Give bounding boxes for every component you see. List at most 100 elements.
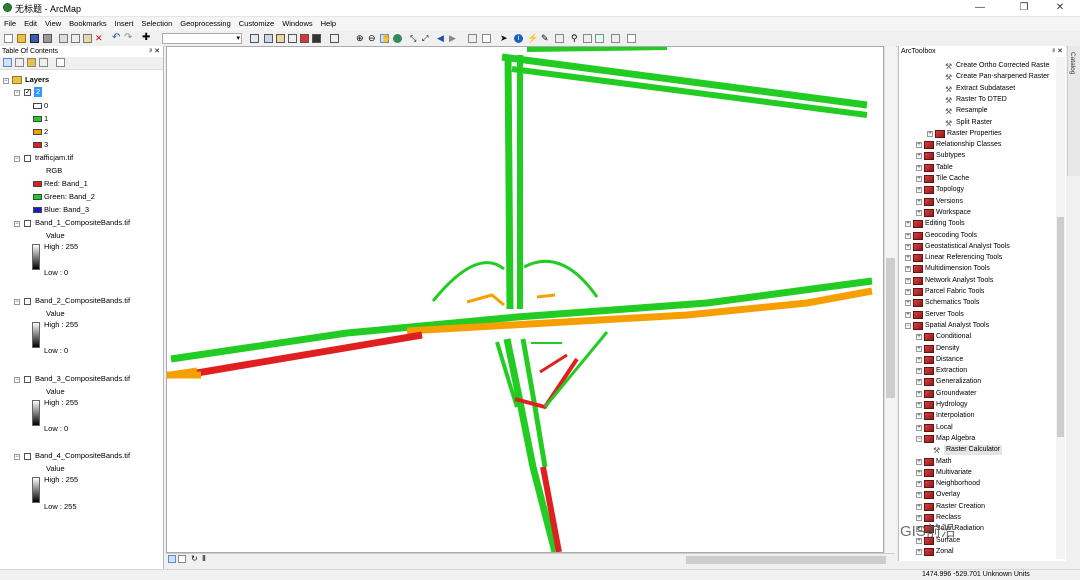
toolbox-item[interactable]: Raster Creation xyxy=(936,502,985,512)
layer-2-collapse-icon[interactable]: − xyxy=(14,90,20,96)
menu-help[interactable]: Help xyxy=(317,17,340,31)
toolbox-item[interactable]: Multivariate xyxy=(936,468,972,478)
list-by-source-icon[interactable] xyxy=(15,58,24,67)
toolbox-expand-icon[interactable]: + xyxy=(916,187,922,194)
clear-selection-icon[interactable] xyxy=(482,34,491,43)
map-scale-combo[interactable]: ▾ xyxy=(162,33,242,44)
menu-edit[interactable]: Edit xyxy=(20,17,41,31)
go-to-xy-icon[interactable] xyxy=(595,34,604,43)
open-folder-icon[interactable] xyxy=(17,34,26,43)
toolbox-expand-icon[interactable]: + xyxy=(927,130,933,137)
toc-options-icon[interactable] xyxy=(56,58,65,67)
band-4-checkbox[interactable] xyxy=(24,453,31,460)
toolbox-expand-icon[interactable]: + xyxy=(916,469,922,476)
toolbox-item[interactable]: Groundwater xyxy=(936,389,976,399)
search-window-icon[interactable] xyxy=(288,34,297,43)
toolbox-item[interactable]: Editing Tools xyxy=(925,219,965,229)
close-button[interactable]: ✕ xyxy=(1040,0,1080,16)
toolbox-expand-icon[interactable]: + xyxy=(916,413,922,420)
toolbox-expand-icon[interactable]: + xyxy=(905,300,911,307)
minimize-button[interactable]: — xyxy=(960,0,1000,16)
toolbox-item[interactable]: Subtypes xyxy=(936,151,965,161)
select-elements-icon[interactable]: ➤ xyxy=(500,34,509,43)
undo-icon[interactable]: ↶ xyxy=(112,33,121,43)
toolbox-item[interactable]: Multidimension Tools xyxy=(925,264,990,274)
fixed-zoom-in-icon[interactable]: ⤡ xyxy=(410,34,419,43)
menu-customize[interactable]: Customize xyxy=(235,17,278,31)
map-view[interactable] xyxy=(166,46,884,553)
python-window-icon[interactable] xyxy=(312,34,321,43)
toolbox-item[interactable]: Zonal xyxy=(936,547,954,557)
toolbox-item[interactable]: Neighborhood xyxy=(936,479,980,489)
toolbox-item[interactable]: Schematics Tools xyxy=(925,298,979,308)
add-data-icon[interactable]: ✚ xyxy=(142,33,151,43)
list-by-selection-icon[interactable] xyxy=(39,58,48,67)
toolbox-expand-icon[interactable]: + xyxy=(916,345,922,352)
band-4-collapse-icon[interactable]: − xyxy=(14,454,20,460)
tool-item[interactable]: Extract Subdataset xyxy=(956,84,1015,94)
toolbox-expand-icon[interactable]: + xyxy=(916,379,922,386)
toolbox-expand-icon[interactable]: + xyxy=(905,277,911,284)
toolbox-expand-icon[interactable]: + xyxy=(916,390,922,397)
menu-geoprocessing[interactable]: Geoprocessing xyxy=(176,17,234,31)
layout-view-icon[interactable] xyxy=(178,555,186,563)
fixed-zoom-out-icon[interactable]: ⤢ xyxy=(422,34,431,43)
arctoolbox-window-icon[interactable] xyxy=(300,34,309,43)
new-document-icon[interactable] xyxy=(4,34,13,43)
layer-2-name[interactable]: 2 xyxy=(34,87,43,97)
find-icon[interactable]: ⚲ xyxy=(571,34,580,43)
band-3-collapse-icon[interactable]: − xyxy=(14,377,20,383)
copy-icon[interactable] xyxy=(71,34,80,43)
toolbox-item[interactable]: Overlay xyxy=(936,490,960,500)
create-viewer-icon[interactable] xyxy=(627,34,636,43)
tool-item[interactable]: Raster To DTED xyxy=(956,95,1007,105)
toolbox-item[interactable]: Network Analyst Tools xyxy=(925,276,993,286)
list-by-drawing-order-icon[interactable] xyxy=(3,58,12,67)
toolbox-item[interactable]: Workspace xyxy=(936,208,971,218)
modelbuilder-icon[interactable] xyxy=(330,34,339,43)
toolbox-expand-icon[interactable]: + xyxy=(916,368,922,375)
identify-icon[interactable]: i xyxy=(514,34,523,43)
layer-2-checkbox[interactable]: ✓ xyxy=(24,89,31,96)
menu-insert[interactable]: Insert xyxy=(111,17,138,31)
toolbox-expand-icon[interactable]: + xyxy=(916,424,922,431)
toolbox-expand-icon[interactable]: + xyxy=(916,548,922,555)
toolbox-expand-icon[interactable]: − xyxy=(905,322,911,329)
map-vertical-scrollbar[interactable] xyxy=(884,46,896,553)
toolbox-item[interactable]: Conditional xyxy=(936,332,971,342)
toc-window-icon[interactable] xyxy=(264,34,273,43)
hyperlink-icon[interactable]: ⚡ xyxy=(527,34,538,43)
toolbox-expand-icon[interactable]: + xyxy=(916,153,922,160)
data-view-icon[interactable] xyxy=(168,555,176,563)
tool-item[interactable]: Resample xyxy=(956,106,988,116)
redo-icon[interactable]: ↷ xyxy=(124,33,133,43)
paste-icon[interactable] xyxy=(83,34,92,43)
toolbox-expand-icon[interactable]: + xyxy=(916,334,922,341)
toolbox-item[interactable]: Parcel Fabric Tools xyxy=(925,287,984,297)
toolbox-expand-icon[interactable]: + xyxy=(916,198,922,205)
band-1-collapse-icon[interactable]: − xyxy=(14,221,20,227)
toolbox-expand-icon[interactable]: + xyxy=(905,289,911,295)
toolbox-expand-icon[interactable]: + xyxy=(916,176,922,182)
toolbox-item[interactable]: Spatial Analyst Tools xyxy=(925,321,989,331)
band-2-name[interactable]: Band_2_CompositeBands.tif xyxy=(35,296,130,306)
menu-view[interactable]: View xyxy=(41,17,65,31)
toolbox-expand-icon[interactable]: + xyxy=(916,209,922,216)
band-3-checkbox[interactable] xyxy=(24,376,31,383)
zoom-in-icon[interactable]: ⊕ xyxy=(356,34,365,43)
band-1-checkbox[interactable] xyxy=(24,220,31,227)
toolbox-item[interactable]: Generalization xyxy=(936,377,981,387)
toolbox-item[interactable]: Interpolation xyxy=(936,411,975,421)
back-extent-icon[interactable]: ◀ xyxy=(437,34,446,43)
tool-item[interactable]: Split Raster xyxy=(956,118,992,128)
band-3-name[interactable]: Band_3_CompositeBands.tif xyxy=(35,374,130,384)
toolbox-item[interactable]: Tile Cache xyxy=(936,174,969,184)
band-4-name[interactable]: Band_4_CompositeBands.tif xyxy=(35,451,130,461)
editor-toolbar-icon[interactable] xyxy=(250,34,259,43)
maximize-button[interactable]: ❐ xyxy=(1004,0,1044,16)
map-hscroll-thumb[interactable] xyxy=(686,556,886,564)
forward-extent-icon[interactable]: ▶ xyxy=(449,34,458,43)
toolbox-expand-icon[interactable]: + xyxy=(916,481,922,488)
toolbox-item[interactable]: Math xyxy=(936,457,952,467)
arctoolbox-scrollbar[interactable] xyxy=(1056,57,1065,559)
